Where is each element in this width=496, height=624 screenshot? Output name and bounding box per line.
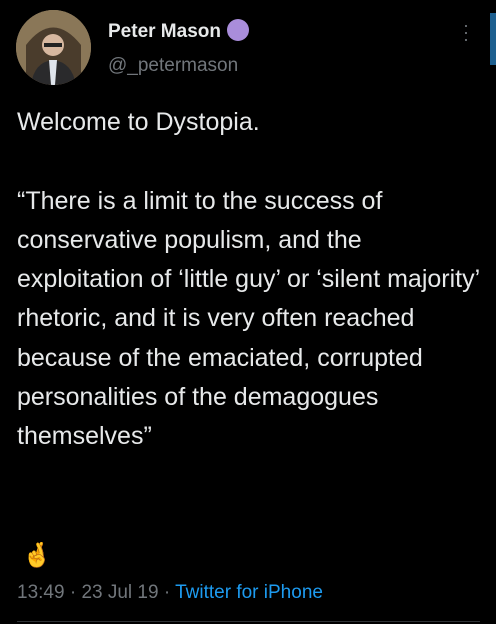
avatar[interactable] [16,10,91,85]
verified-badge-icon [226,19,249,41]
tweet-time[interactable]: 13:49 [17,582,65,603]
crossed-fingers-icon: 🤞 [22,542,52,569]
tweet-meta: 13:49 · 23 Jul 19 · Twitter for iPhone [17,582,323,604]
more-options-icon[interactable]: · · · [462,16,470,48]
author-name[interactable]: Peter Mason [108,19,249,43]
scroll-indicator [490,13,496,65]
author-name-text: Peter Mason [108,21,221,42]
tweet-source-link[interactable]: Twitter for iPhone [175,582,323,603]
author-handle[interactable]: @_petermason [108,55,238,77]
separator: · [64,582,82,603]
divider [17,621,480,622]
separator: · [158,582,176,603]
tweet-text: Welcome to Dystopia. “There is a limit t… [17,108,480,451]
tweet-date[interactable]: 23 Jul 19 [81,582,158,603]
